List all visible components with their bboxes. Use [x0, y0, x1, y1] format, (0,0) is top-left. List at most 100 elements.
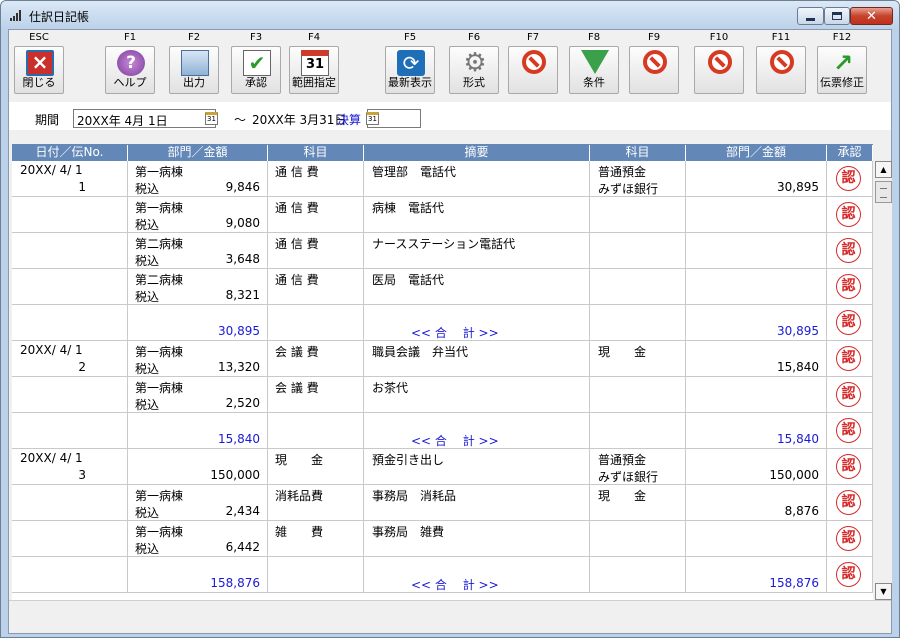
approval-cell[interactable]: 認 [827, 305, 873, 341]
maximize-button[interactable] [824, 7, 850, 25]
button-face[interactable]: 出力 [169, 46, 219, 94]
button-face[interactable]: ? ヘルプ [105, 46, 155, 94]
total-row[interactable]: 30,895 << 合 計 >> 30,895 認 [12, 305, 873, 341]
journal-row[interactable]: 第一病棟 税込 2,520 会 議 費 お茶代 認 [12, 377, 873, 413]
button-face[interactable]: 条件 [569, 46, 619, 94]
journal-row[interactable]: 第二病棟 税込 8,321 通 信 費 医局 電話代 認 [12, 269, 873, 305]
status-bar [9, 600, 891, 633]
approval-cell[interactable]: 認 [827, 341, 873, 377]
button-face[interactable] [629, 46, 679, 94]
function-key-label: F3 [249, 32, 263, 43]
credit-account: 現 金 [598, 345, 647, 359]
journal-row[interactable]: 20XX/ 4/ 1 3 150,000 現 金 預金引き出し 普通預金 みずほ銀行 150,… [12, 449, 873, 485]
total-row[interactable]: 158,876 << 合 計 >> 158,876 認 [12, 557, 873, 593]
refresh-icon: ⟳ [397, 50, 425, 76]
approved-stamp-icon: 認 [836, 454, 861, 479]
toolbar-button-f8[interactable]: F8 条件 [567, 30, 621, 96]
start-calendar-icon[interactable]: 31 [205, 112, 218, 125]
column-header-4[interactable]: 科目 [590, 145, 686, 161]
toolbar-button-f9[interactable]: F9 [627, 30, 681, 96]
button-face[interactable] [694, 46, 744, 94]
scroll-down-button[interactable]: ▼ [875, 583, 892, 600]
toolbar-button-f1[interactable]: F1 ? ヘルプ [103, 30, 157, 96]
approval-cell[interactable]: 認 [827, 197, 873, 233]
journal-row[interactable]: 20XX/ 4/ 1 1 第一病棟 税込 9,846 通 信 費 管理部 電話代 普通預金 みず… [12, 161, 873, 197]
button-face[interactable]: ✔ 承認 [231, 46, 281, 94]
scroll-thumb[interactable] [875, 181, 892, 203]
function-key-label: F4 [307, 32, 321, 43]
approved-stamp-icon: 認 [836, 166, 861, 191]
button-face[interactable]: 31 範囲指定 [289, 46, 339, 94]
department: 第二病棟 [135, 237, 184, 251]
approval-cell[interactable]: 認 [827, 521, 873, 557]
title-bar[interactable]: 仕訳日記帳 ✕ [1, 1, 899, 29]
approval-cell[interactable]: 認 [827, 233, 873, 269]
tax-type: 税込 [135, 254, 160, 268]
toolbar-button-f10[interactable]: F10 [692, 30, 746, 96]
toolbar-button-f2[interactable]: F2 出力 [167, 30, 221, 96]
toolbar-button-f12[interactable]: F12 ↗ 伝票修正 [815, 30, 869, 96]
approved-stamp-icon: 認 [836, 202, 861, 227]
button-face[interactable] [508, 46, 558, 94]
approval-cell[interactable]: 認 [827, 449, 873, 485]
journal-row[interactable]: 第一病棟 税込 2,434 消耗品費 事務局 消耗品 現 金 8,876 認 [12, 485, 873, 521]
tax-type: 税込 [135, 398, 160, 412]
approval-cell[interactable]: 認 [827, 413, 873, 449]
total-debit-amount: 15,840 [218, 432, 260, 446]
button-face[interactable]: ⚙ 形式 [449, 46, 499, 94]
disabled-icon [643, 50, 667, 74]
period-end-value[interactable]: 20XX年 3月31日 [252, 111, 346, 128]
toolbar-button-f5[interactable]: F5 ⟳ 最新表示 [383, 30, 437, 96]
cell [268, 557, 364, 593]
column-header-3[interactable]: 摘要 [364, 145, 590, 161]
button-face[interactable] [756, 46, 806, 94]
approval-cell[interactable]: 認 [827, 377, 873, 413]
approval-cell[interactable]: 認 [827, 161, 873, 197]
function-key-label: F11 [771, 32, 791, 43]
toolbar-button-f11[interactable]: F11 [754, 30, 808, 96]
button-face[interactable]: ⟳ 最新表示 [385, 46, 435, 94]
debit-amount: 8,321 [225, 288, 260, 302]
cell [590, 305, 686, 341]
debit-account: 通 信 費 [275, 237, 319, 251]
vertical-scrollbar[interactable]: ▲ ▼ [875, 161, 892, 600]
cell [590, 521, 686, 557]
function-key-label: F1 [123, 32, 137, 43]
department: 第一病棟 [135, 525, 184, 539]
journal-row[interactable]: 第一病棟 税込 9,080 通 信 費 病棟 電話代 認 [12, 197, 873, 233]
column-header-6[interactable]: 承認 [827, 145, 873, 161]
total-debit-amount: 30,895 [218, 324, 260, 338]
total-label: << 合 計 >> [411, 434, 499, 448]
column-header-0[interactable]: 日付／伝No. [12, 145, 128, 161]
approval-cell[interactable]: 認 [827, 269, 873, 305]
column-header-5[interactable]: 部門／金額 [686, 145, 827, 161]
debit-account: 通 信 費 [275, 273, 319, 287]
minimize-button[interactable] [797, 7, 824, 25]
end-calendar-icon[interactable]: 31 [366, 112, 379, 125]
tax-type: 税込 [135, 290, 160, 304]
scroll-up-button[interactable]: ▲ [875, 161, 892, 178]
journal-row[interactable]: 第一病棟 税込 6,442 雑 費 事務局 雑費 認 [12, 521, 873, 557]
debit-account: 会 議 費 [275, 345, 319, 359]
journal-row[interactable]: 20XX/ 4/ 1 2 第一病棟 税込 13,320 会 議 費 職員会議 弁当代 現 金 1… [12, 341, 873, 377]
maximize-icon [832, 12, 842, 20]
column-header-2[interactable]: 科目 [268, 145, 364, 161]
approval-cell[interactable]: 認 [827, 557, 873, 593]
cell [268, 305, 364, 341]
function-key-label: F10 [709, 32, 729, 43]
memo: 預金引き出し [372, 453, 445, 467]
close-window-button[interactable]: ✕ [850, 7, 893, 25]
total-row[interactable]: 15,840 << 合 計 >> 15,840 認 [12, 413, 873, 449]
toolbar-button-f4[interactable]: F4 31 範囲指定 [287, 30, 341, 96]
period-start-field[interactable]: 20XX年 4月 1日 [73, 109, 216, 128]
toolbar-button-f7[interactable]: F7 [506, 30, 560, 96]
approval-cell[interactable]: 認 [827, 485, 873, 521]
toolbar-button-f6[interactable]: F6 ⚙ 形式 [447, 30, 501, 96]
column-header-1[interactable]: 部門／金額 [128, 145, 268, 161]
toolbar-button-f3[interactable]: F3 ✔ 承認 [229, 30, 283, 96]
button-face[interactable]: ↗ 伝票修正 [817, 46, 867, 94]
journal-row[interactable]: 第二病棟 税込 3,648 通 信 費 ナースステーション電話代 認 [12, 233, 873, 269]
button-face[interactable]: 閉じる [14, 46, 64, 94]
toolbar-button-esc[interactable]: ESC 閉じる [12, 30, 66, 96]
cell [686, 521, 827, 557]
